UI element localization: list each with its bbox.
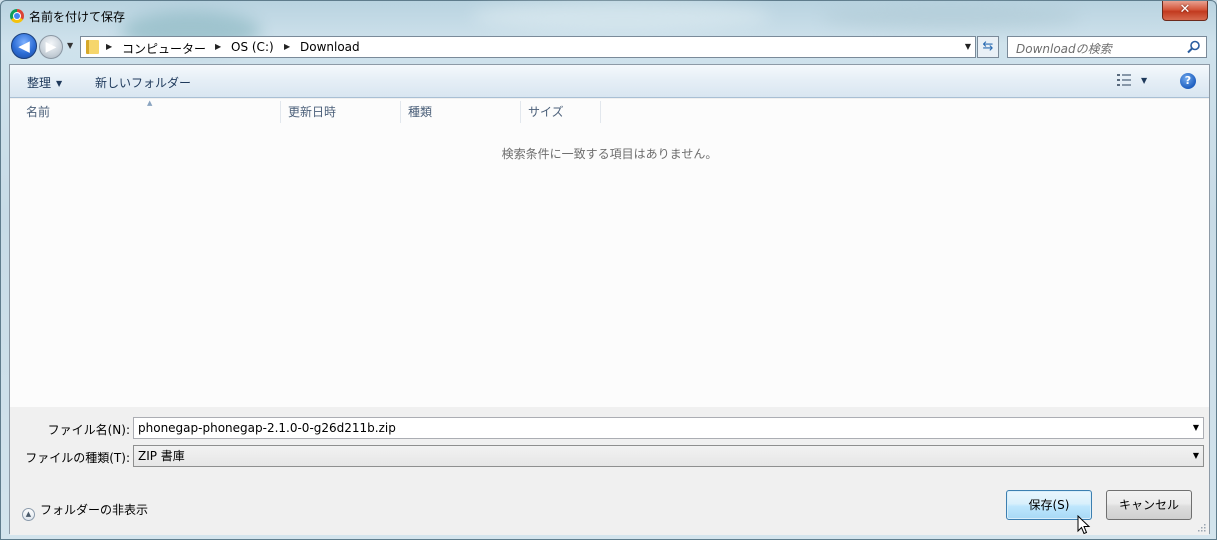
chevron-down-icon[interactable]: ▼: [1193, 418, 1199, 438]
breadcrumb-computer[interactable]: コンピューター: [122, 40, 206, 57]
collapse-icon: ▲: [22, 508, 35, 521]
address-bar[interactable]: ▶ コンピューター ▶ OS (C:) ▶ Download ▼: [80, 36, 976, 58]
recent-pages-dropdown-icon[interactable]: ▼: [67, 41, 73, 50]
breadcrumb-separator-icon[interactable]: ▶: [284, 42, 290, 51]
filetype-value: ZIP 書庫: [138, 449, 185, 463]
column-divider[interactable]: [520, 101, 521, 123]
breadcrumb-download[interactable]: Download: [300, 40, 360, 54]
filename-field[interactable]: phonegap-phonegap-2.1.0-0-g26d211b.zip ▼: [133, 417, 1204, 439]
search-placeholder: Downloadの検索: [1016, 42, 1112, 56]
filetype-select[interactable]: ZIP 書庫 ▼: [133, 445, 1204, 467]
column-header-modified[interactable]: 更新日時: [282, 99, 336, 125]
breadcrumb-separator-icon[interactable]: ▶: [215, 42, 221, 51]
column-divider[interactable]: [280, 101, 281, 123]
column-header-size[interactable]: サイズ: [522, 99, 564, 125]
breadcrumb-drive[interactable]: OS (C:): [231, 40, 274, 54]
navigation-bar: ◀ ▶ ▼ ▶ コンピューター ▶ OS (C:) ▶ Download ▼ ⇆…: [1, 32, 1216, 62]
dialog-client-area: 整理 ▼ 新しいフォルダー ▼ ? ▲ 名前 更新日時 種類 サイズ 検索条件に…: [9, 64, 1210, 535]
breadcrumb-separator-icon[interactable]: ▶: [106, 42, 112, 51]
resize-grip-icon[interactable]: [1196, 522, 1206, 532]
close-button[interactable]: ✕: [1162, 1, 1208, 21]
empty-results-message: 検索条件に一致する項目はありません。: [501, 147, 718, 161]
save-form: ファイル名(N): phonegap-phonegap-2.1.0-0-g26d…: [10, 407, 1209, 535]
column-divider[interactable]: [400, 101, 401, 123]
hide-folders-toggle[interactable]: ▲ フォルダーの非表示: [22, 501, 148, 521]
column-divider[interactable]: [600, 101, 601, 123]
chevron-down-icon: ▼: [56, 79, 63, 88]
command-toolbar: 整理 ▼ 新しいフォルダー ▼ ?: [10, 65, 1209, 98]
column-headers: ▲ 名前 更新日時 種類 サイズ: [10, 99, 1209, 125]
forward-arrow-icon[interactable]: ▶: [39, 35, 63, 59]
filename-value: phonegap-phonegap-2.1.0-0-g26d211b.zip: [138, 421, 396, 435]
chevron-down-icon: ▼: [1192, 451, 1199, 460]
search-input[interactable]: Downloadの検索: [1007, 36, 1207, 58]
organize-label: 整理: [27, 76, 52, 90]
view-options-icon[interactable]: [1117, 74, 1131, 86]
sort-indicator-icon: ▲: [147, 99, 153, 107]
organize-menu[interactable]: 整理 ▼: [27, 74, 62, 91]
column-header-name[interactable]: 名前: [20, 99, 50, 125]
search-icon[interactable]: [1186, 39, 1202, 55]
view-dropdown-icon[interactable]: ▼: [1141, 76, 1147, 85]
cancel-button[interactable]: キャンセル: [1106, 490, 1192, 520]
filename-label: ファイル名(N):: [47, 423, 130, 437]
title-bar[interactable]: 名前を付けて保存 ✕: [1, 1, 1216, 31]
column-header-type[interactable]: 種類: [402, 99, 432, 125]
mouse-cursor-icon: [1077, 515, 1091, 535]
folder-icon: [86, 40, 99, 54]
chrome-icon: [10, 9, 24, 23]
back-arrow-icon[interactable]: ◀: [11, 33, 37, 59]
address-history-dropdown-icon[interactable]: ▼: [965, 42, 971, 51]
hide-folders-label: フォルダーの非表示: [40, 503, 149, 517]
refresh-icon[interactable]: ⇆: [977, 36, 999, 58]
help-icon[interactable]: ?: [1180, 73, 1196, 89]
new-folder-button[interactable]: 新しいフォルダー: [95, 74, 191, 91]
file-list[interactable]: ▲ 名前 更新日時 種類 サイズ 検索条件に一致する項目はありません。: [10, 99, 1209, 407]
filetype-label: ファイルの種類(T):: [25, 451, 130, 465]
window-title: 名前を付けて保存: [29, 10, 126, 24]
dialog-window: 名前を付けて保存 ✕ ◀ ▶ ▼ ▶ コンピューター ▶ OS (C:) ▶ D…: [0, 0, 1217, 540]
